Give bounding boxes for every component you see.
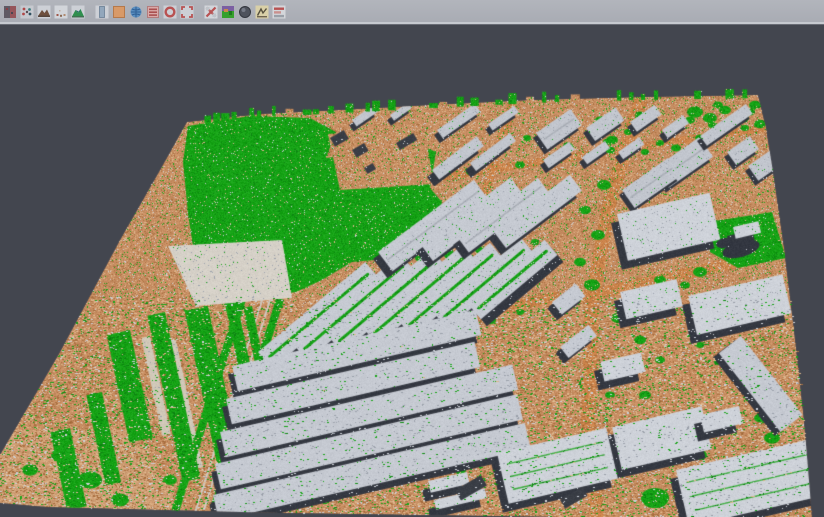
terrain-brown-icon[interactable]: [35, 2, 52, 22]
profile-measure-icon[interactable]: [253, 2, 270, 22]
profile-panel-icon[interactable]: [93, 2, 110, 22]
ortho-image-icon[interactable]: [110, 2, 127, 22]
point-classes-icon[interactable]: [18, 2, 35, 22]
ground-points-icon[interactable]: [52, 2, 69, 22]
flag-list-icon[interactable]: [270, 2, 287, 22]
classification-map-icon[interactable]: [219, 2, 236, 22]
application-window: [0, 0, 824, 517]
sphere-3d-icon[interactable]: [236, 2, 253, 22]
viewport-3d: [0, 26, 824, 517]
file-blocks-icon[interactable]: [1, 2, 18, 22]
toolbar: [0, 0, 824, 25]
terrain-green-icon[interactable]: [69, 2, 86, 22]
point-cloud-canvas[interactable]: [0, 26, 824, 517]
target-ring-icon[interactable]: [161, 2, 178, 22]
attribute-table-icon[interactable]: [144, 2, 161, 22]
clip-cross-icon[interactable]: [202, 2, 219, 22]
globe-icon[interactable]: [127, 2, 144, 22]
zoom-extents-icon[interactable]: [178, 2, 195, 22]
